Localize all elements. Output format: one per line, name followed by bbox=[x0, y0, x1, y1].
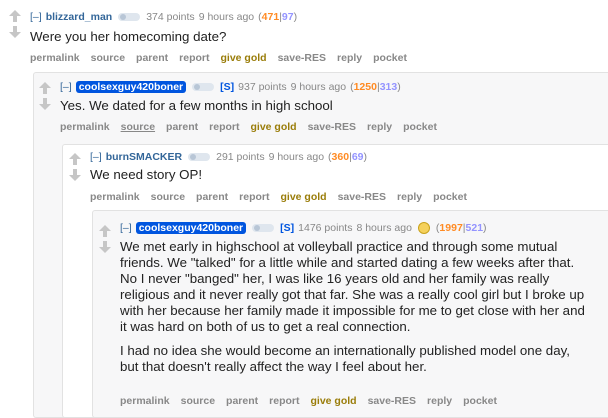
give-gold-button[interactable]: give gold bbox=[280, 191, 326, 203]
reply-button[interactable]: reply bbox=[397, 191, 422, 203]
permalink-button[interactable]: permalink bbox=[30, 52, 80, 64]
save-res-button[interactable]: save-RES bbox=[278, 52, 326, 64]
source-button[interactable]: source bbox=[121, 121, 155, 133]
comment-text: Were you her homecoming date? bbox=[30, 29, 227, 44]
save-res-button[interactable]: save-RES bbox=[338, 191, 386, 203]
comment-actions: permalink source parent report give gold… bbox=[90, 190, 467, 204]
comment-paragraph: I had no idea she would become an intern… bbox=[120, 343, 570, 374]
vote-breakdown: (360|69) bbox=[328, 151, 367, 163]
comment-paragraph: We met early in highschool at volleyball… bbox=[120, 239, 585, 334]
save-res-button[interactable]: save-RES bbox=[308, 121, 356, 133]
save-res-button[interactable]: save-RES bbox=[368, 395, 416, 407]
parent-button[interactable]: parent bbox=[196, 191, 228, 203]
collapse-toggle[interactable]: [–] bbox=[120, 222, 132, 234]
source-button[interactable]: source bbox=[151, 191, 185, 203]
source-button[interactable]: source bbox=[91, 52, 125, 64]
downvote-arrow-icon[interactable] bbox=[68, 169, 82, 183]
report-button[interactable]: report bbox=[269, 395, 299, 407]
upvote-count: 471 bbox=[261, 11, 280, 23]
permalink-button[interactable]: permalink bbox=[60, 121, 110, 133]
parent-button[interactable]: parent bbox=[166, 121, 198, 133]
vote-arrows bbox=[38, 82, 54, 112]
timestamp: 9 hours ago bbox=[198, 11, 255, 23]
upvote-arrow-icon[interactable] bbox=[98, 225, 112, 239]
comment-tagline: [–] burnSMACKER 291 points 9 hours ago (… bbox=[90, 150, 367, 164]
upvote-count: 1250 bbox=[353, 81, 377, 93]
parent-button[interactable]: parent bbox=[136, 52, 168, 64]
comment-text: We need story OP! bbox=[90, 167, 203, 182]
collapse-toggle[interactable]: [–] bbox=[60, 81, 72, 93]
comment-body: Were you her homecoming date? bbox=[30, 29, 590, 53]
downvote-count: 521 bbox=[465, 222, 484, 234]
score: 1476 points bbox=[298, 222, 353, 234]
permalink-button[interactable]: permalink bbox=[90, 191, 140, 203]
pocket-button[interactable]: pocket bbox=[463, 395, 497, 407]
author-link[interactable]: coolsexguy420boner bbox=[75, 81, 187, 93]
user-tag-icon[interactable] bbox=[118, 13, 141, 21]
comment-thread: [–] blizzard_man 374 points 9 hours ago … bbox=[0, 0, 608, 418]
gilded-icon bbox=[417, 222, 430, 234]
parent-button[interactable]: parent bbox=[226, 395, 258, 407]
downvote-count: 97 bbox=[281, 11, 294, 23]
pocket-button[interactable]: pocket bbox=[373, 52, 407, 64]
give-gold-button[interactable]: give gold bbox=[220, 52, 266, 64]
user-tag-icon[interactable] bbox=[192, 83, 215, 91]
timestamp: 9 hours ago bbox=[290, 81, 347, 93]
downvote-count: 69 bbox=[351, 151, 364, 163]
timestamp: 8 hours ago bbox=[356, 222, 412, 234]
downvote-arrow-icon[interactable] bbox=[98, 241, 112, 255]
comment-body: We need story OP! bbox=[90, 167, 590, 191]
submitter-badge[interactable]: [S] bbox=[220, 81, 234, 93]
downvote-count: 313 bbox=[379, 81, 398, 93]
vote-breakdown: (471|97) bbox=[258, 11, 298, 23]
vote-arrows bbox=[98, 225, 114, 255]
author-link[interactable]: coolsexguy420boner bbox=[135, 222, 247, 234]
comment-body: We met early in highschool at volleyball… bbox=[120, 239, 590, 383]
collapse-toggle[interactable]: [–] bbox=[90, 151, 102, 163]
vote-arrows bbox=[8, 10, 24, 40]
pocket-button[interactable]: pocket bbox=[403, 121, 437, 133]
comment-text: Yes. We dated for a few months in high s… bbox=[60, 98, 333, 113]
vote-breakdown: (1997|521) bbox=[435, 222, 487, 234]
upvote-count: 360 bbox=[331, 151, 350, 163]
comment-tagline: [–] coolsexguy420boner [S] 937 points 9 … bbox=[60, 80, 401, 94]
reply-button[interactable]: reply bbox=[337, 52, 362, 64]
comment-actions: permalink source parent report give gold… bbox=[60, 120, 437, 134]
report-button[interactable]: report bbox=[209, 121, 239, 133]
collapse-toggle[interactable]: [–] bbox=[30, 11, 42, 23]
comment-actions: permalink source parent report give gold… bbox=[120, 394, 497, 408]
author-link[interactable]: burnSMACKER bbox=[106, 151, 182, 163]
upvote-arrow-icon[interactable] bbox=[68, 153, 82, 167]
user-tag-icon[interactable] bbox=[252, 224, 275, 232]
user-tag-icon[interactable] bbox=[188, 153, 211, 161]
report-button[interactable]: report bbox=[179, 52, 209, 64]
give-gold-button[interactable]: give gold bbox=[310, 395, 356, 407]
comment-tagline: [–] blizzard_man 374 points 9 hours ago … bbox=[30, 10, 297, 24]
comment-body: Yes. We dated for a few months in high s… bbox=[60, 98, 590, 122]
report-button[interactable]: report bbox=[239, 191, 269, 203]
score: 374 points bbox=[146, 11, 195, 23]
upvote-count: 1997 bbox=[439, 222, 463, 234]
comment-actions: permalink source parent report give gold… bbox=[30, 51, 407, 65]
timestamp: 9 hours ago bbox=[268, 151, 325, 163]
upvote-arrow-icon[interactable] bbox=[38, 82, 52, 96]
pocket-button[interactable]: pocket bbox=[433, 191, 467, 203]
comment-tagline: [–] coolsexguy420boner [S] 1476 points 8… bbox=[120, 221, 487, 235]
downvote-arrow-icon[interactable] bbox=[8, 26, 22, 40]
downvote-arrow-icon[interactable] bbox=[38, 98, 52, 112]
score: 291 points bbox=[216, 151, 265, 163]
submitter-badge[interactable]: [S] bbox=[280, 222, 294, 234]
upvote-arrow-icon[interactable] bbox=[8, 10, 22, 24]
vote-arrows bbox=[68, 153, 84, 183]
reply-button[interactable]: reply bbox=[427, 395, 452, 407]
give-gold-button[interactable]: give gold bbox=[250, 121, 296, 133]
source-button[interactable]: source bbox=[181, 395, 215, 407]
score: 937 points bbox=[238, 81, 287, 93]
reply-button[interactable]: reply bbox=[367, 121, 392, 133]
permalink-button[interactable]: permalink bbox=[120, 395, 170, 407]
vote-breakdown: (1250|313) bbox=[350, 81, 401, 93]
author-link[interactable]: blizzard_man bbox=[46, 11, 113, 23]
